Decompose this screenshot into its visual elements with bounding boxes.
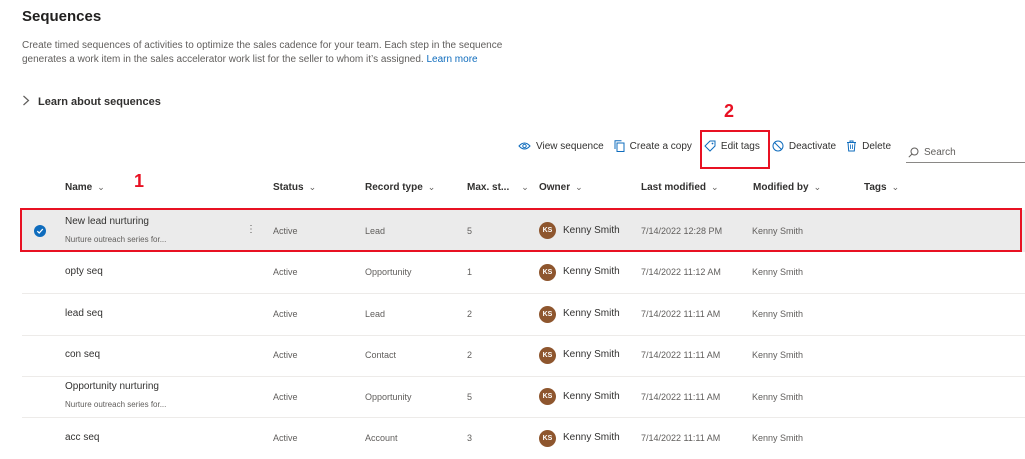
step-1-marker: 1 bbox=[134, 171, 145, 191]
row-name-link[interactable]: opty seq bbox=[65, 266, 103, 277]
row-name-link[interactable]: lead seq bbox=[65, 308, 103, 319]
row-name-link[interactable]: acc seq bbox=[65, 432, 99, 443]
row-status: Active bbox=[273, 350, 298, 360]
search-input[interactable]: Search bbox=[924, 147, 956, 158]
delete-button[interactable]: Delete bbox=[846, 140, 891, 152]
avatar: KS bbox=[539, 430, 556, 447]
row-description: Nurture outreach series for... bbox=[65, 400, 167, 409]
avatar: KS bbox=[539, 347, 556, 364]
view-sequence-label: View sequence bbox=[536, 140, 604, 152]
record-type-header-label: Record type bbox=[365, 182, 423, 193]
row-record-type: Opportunity bbox=[365, 267, 412, 277]
status-header-label: Status bbox=[273, 182, 304, 193]
eye-icon bbox=[518, 142, 531, 150]
chevron-down-icon: ⌄ bbox=[521, 182, 529, 192]
create-copy-button[interactable]: Create a copy bbox=[614, 140, 692, 152]
row-max-steps: 5 bbox=[467, 392, 473, 402]
chevron-down-icon: ⌄ bbox=[427, 182, 436, 192]
learn-about-label: Learn about sequences bbox=[38, 96, 161, 108]
owner-header-label: Owner bbox=[539, 182, 571, 193]
tags-header-label: Tags bbox=[864, 182, 887, 193]
column-header-tags[interactable]: Tags ⌄ bbox=[864, 182, 899, 193]
view-sequence-button[interactable]: View sequence bbox=[518, 141, 604, 152]
row-last-modified: 7/14/2022 11:11 AM bbox=[641, 309, 721, 319]
learn-more-link[interactable]: Learn more bbox=[426, 54, 477, 65]
row-owner[interactable]: Kenny Smith bbox=[563, 349, 620, 360]
row-modified-by: Kenny Smith bbox=[752, 433, 804, 443]
column-header-modified-by[interactable]: Modified by ⌄ bbox=[753, 182, 821, 193]
modified-by-header-label: Modified by bbox=[753, 182, 809, 193]
column-header-max-steps[interactable]: Max. st... ⌄ bbox=[467, 182, 529, 193]
row-owner[interactable]: Kenny Smith bbox=[563, 266, 620, 277]
row-modified-by: Kenny Smith bbox=[752, 350, 804, 360]
column-header-name[interactable]: Name ⌄ bbox=[65, 182, 105, 193]
chevron-right-icon bbox=[22, 95, 38, 109]
search-box[interactable]: Search bbox=[906, 143, 1025, 163]
chevron-down-icon: ⌄ bbox=[97, 182, 105, 192]
avatar: KS bbox=[539, 388, 556, 405]
row-modified-by: Kenny Smith bbox=[752, 309, 804, 319]
step-2-marker: 2 bbox=[724, 101, 735, 121]
chevron-down-icon: ⌄ bbox=[308, 182, 317, 192]
deactivate-button[interactable]: Deactivate bbox=[772, 140, 836, 152]
block-icon bbox=[772, 140, 784, 152]
row-owner[interactable]: Kenny Smith bbox=[563, 308, 620, 319]
row-record-type: Opportunity bbox=[365, 392, 412, 402]
create-copy-label: Create a copy bbox=[629, 140, 692, 152]
row-modified-by: Kenny Smith bbox=[752, 267, 804, 277]
table-row[interactable]: Opportunity nurturing Nurture outreach s… bbox=[22, 376, 1025, 418]
row-status: Active bbox=[273, 433, 298, 443]
search-icon bbox=[908, 147, 919, 158]
table-row[interactable]: opty seq Active Opportunity 1 KS Kenny S… bbox=[22, 252, 1025, 294]
row-owner[interactable]: Kenny Smith bbox=[563, 432, 620, 443]
row-record-type: Account bbox=[365, 433, 398, 443]
column-header-last-modified[interactable]: Last modified ⌄ bbox=[641, 182, 719, 193]
max-steps-header-label: Max. st... bbox=[467, 182, 510, 193]
copy-icon bbox=[614, 140, 625, 152]
row-last-modified: 7/14/2022 11:11 AM bbox=[641, 433, 721, 443]
delete-label: Delete bbox=[862, 140, 891, 152]
row-record-type: Lead bbox=[365, 309, 386, 319]
row-last-modified: 7/14/2022 11:11 AM bbox=[641, 392, 721, 402]
row-max-steps: 3 bbox=[467, 433, 473, 443]
table-row[interactable]: acc seq Active Account 3 KS Kenny Smith … bbox=[22, 418, 1025, 459]
chevron-down-icon: ⌄ bbox=[575, 182, 583, 192]
chevron-down-icon: ⌄ bbox=[891, 182, 900, 192]
row-owner[interactable]: Kenny Smith bbox=[563, 391, 620, 402]
row-name-link[interactable]: Opportunity nurturing bbox=[65, 381, 159, 392]
column-header-status[interactable]: Status ⌄ bbox=[273, 182, 316, 193]
row-max-steps: 2 bbox=[467, 350, 473, 360]
deactivate-label: Deactivate bbox=[788, 140, 837, 152]
row-status: Active bbox=[273, 392, 298, 402]
chevron-down-icon: ⌄ bbox=[813, 182, 822, 192]
row-max-steps: 1 bbox=[467, 267, 473, 277]
row-last-modified: 7/14/2022 11:12 AM bbox=[641, 267, 721, 277]
row-name-link[interactable]: con seq bbox=[65, 349, 100, 360]
name-header-label: Name bbox=[65, 182, 93, 193]
row-status: Active bbox=[273, 267, 298, 277]
table-row[interactable]: lead seq Active Lead 2 KS Kenny Smith 7/… bbox=[22, 294, 1025, 336]
avatar: KS bbox=[539, 306, 556, 323]
trash-icon bbox=[847, 140, 857, 152]
row-max-steps: 2 bbox=[467, 309, 473, 319]
learn-about-sequences-toggle[interactable]: Learn about sequences bbox=[22, 95, 161, 109]
table-row[interactable]: con seq Active Contact 2 KS Kenny Smith … bbox=[22, 335, 1025, 377]
last-modified-header-label: Last modified bbox=[641, 182, 707, 193]
page-title: Sequences bbox=[22, 8, 102, 25]
column-header-record-type[interactable]: Record type ⌄ bbox=[365, 182, 435, 193]
row-status: Active bbox=[273, 309, 298, 319]
column-header-owner[interactable]: Owner ⌄ bbox=[539, 182, 583, 193]
row-last-modified: 7/14/2022 11:11 AM bbox=[641, 350, 721, 360]
row-modified-by: Kenny Smith bbox=[752, 392, 804, 402]
row-record-type: Contact bbox=[365, 350, 397, 360]
highlight-selected-row bbox=[20, 208, 1022, 252]
avatar: KS bbox=[539, 264, 556, 281]
chevron-down-icon: ⌄ bbox=[711, 182, 719, 192]
highlight-edit-tags bbox=[700, 130, 770, 169]
page-description: Create timed sequences of activities to … bbox=[22, 39, 522, 67]
